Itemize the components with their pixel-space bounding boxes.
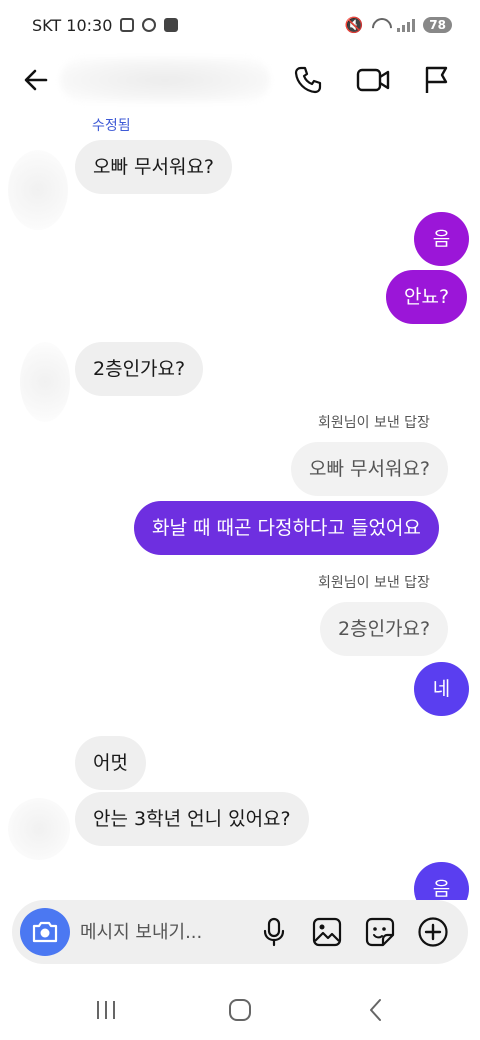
card-icon [164, 18, 179, 32]
camera-icon [32, 921, 58, 943]
recent-apps-icon [97, 1001, 115, 1019]
avatar[interactable] [8, 150, 68, 230]
video-camera-icon [356, 68, 390, 92]
plus-circle-icon [418, 917, 448, 947]
status-right: 🔇 78 [345, 16, 452, 34]
chat-header [0, 50, 480, 110]
reply-label: 회원님이 보낸 답장 [318, 575, 430, 591]
status-bar: SKT 10:30 🔇 78 [0, 0, 480, 50]
avatar[interactable] [8, 798, 70, 860]
quoted-message[interactable]: 오빠 무서워요? [291, 442, 449, 496]
image-icon [312, 917, 342, 947]
phone-icon [294, 66, 322, 94]
sticker-button[interactable] [362, 914, 398, 950]
wifi-icon [371, 18, 389, 32]
system-nav-bar [0, 980, 480, 1040]
back-nav-button[interactable] [358, 992, 394, 1028]
avatar[interactable] [20, 342, 70, 422]
contact-name-blurred[interactable] [60, 58, 270, 102]
sent-message[interactable]: 음 [414, 212, 469, 266]
sent-message[interactable]: 음 [414, 862, 469, 900]
sent-message[interactable]: 안뇨? [386, 270, 468, 324]
back-arrow-icon [24, 69, 48, 91]
fan-icon [142, 18, 157, 32]
voice-message-button[interactable] [256, 914, 292, 950]
received-message[interactable]: 안는 3학년 언니 있어요? [75, 792, 309, 846]
home-icon [229, 999, 251, 1021]
flag-icon [425, 66, 448, 93]
back-button[interactable] [18, 62, 54, 98]
screenshot-icon [120, 18, 135, 32]
received-message[interactable]: 오빠 무서워요? [75, 140, 233, 194]
message-composer [12, 900, 468, 964]
edited-label: 수정됨 [92, 118, 131, 134]
camera-button[interactable] [20, 908, 70, 956]
home-button[interactable] [222, 992, 258, 1028]
status-left: SKT 10:30 [32, 15, 179, 35]
mute-icon: 🔇 [344, 16, 364, 34]
chevron-left-icon [370, 999, 381, 1021]
video-call-button[interactable] [355, 62, 391, 98]
received-message[interactable]: 2층인가요? [75, 342, 204, 396]
report-button[interactable] [418, 62, 454, 98]
received-message[interactable]: 어멋 [75, 736, 146, 790]
gallery-button[interactable] [309, 914, 345, 950]
sent-message[interactable]: 네 [414, 662, 469, 716]
recent-apps-button[interactable] [88, 992, 124, 1028]
quoted-message[interactable]: 2층인가요? [320, 602, 449, 656]
signal-icon [397, 18, 416, 32]
battery-indicator: 78 [423, 17, 452, 33]
microphone-icon [263, 917, 285, 947]
message-input[interactable] [80, 914, 250, 950]
sent-message[interactable]: 화날 때 때곤 다정하다고 들었어요 [134, 501, 439, 555]
call-button[interactable] [290, 62, 326, 98]
message-list[interactable]: 수정됨 오빠 무서워요? 음 안뇨? 2층인가요? 회원님이 보낸 답장 오빠 … [0, 110, 480, 900]
sticker-icon [365, 917, 395, 947]
reply-label: 회원님이 보낸 답장 [318, 415, 430, 431]
carrier-time: SKT 10:30 [32, 15, 113, 35]
more-options-button[interactable] [415, 914, 451, 950]
